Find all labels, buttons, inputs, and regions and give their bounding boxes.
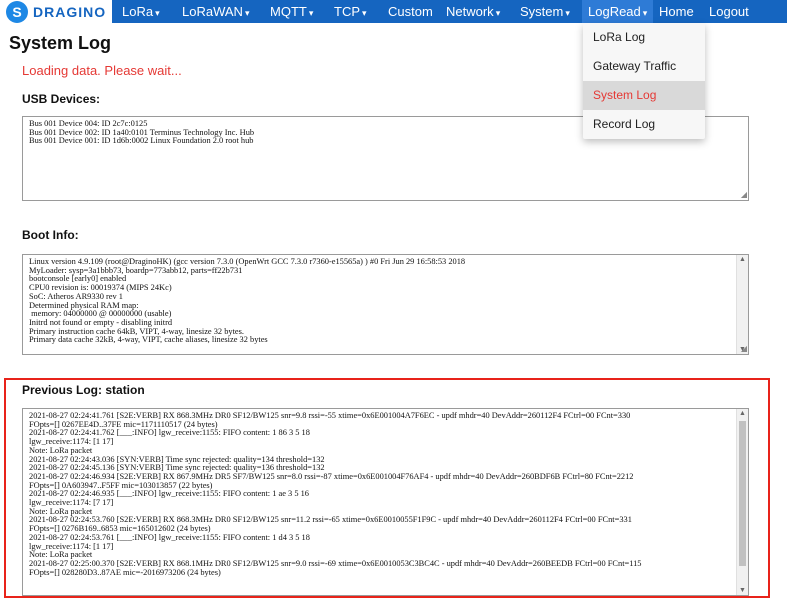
page-title: System Log [9, 33, 112, 53]
nav-item-label: LogRead [588, 4, 641, 19]
previous-log-scrollbar[interactable]: ▲ ▼ [736, 409, 748, 595]
nav-item-label: MQTT [270, 4, 307, 19]
chevron-down-icon: ▾ [362, 8, 367, 18]
nav-item-system[interactable]: System ▾ [514, 0, 582, 23]
nav-item-logread[interactable]: LogRead ▾ [582, 0, 653, 23]
scrollbar-thumb[interactable] [739, 421, 746, 566]
menu-item-lora-log[interactable]: LoRa Log [583, 23, 705, 52]
nav-item-label: TCP [334, 4, 360, 19]
boot-info-heading: Boot Info: [22, 228, 79, 242]
nav-item-label: LoRaWAN [182, 4, 243, 19]
nav-item-label: System [520, 4, 564, 19]
loading-message: Loading data. Please wait... [22, 63, 182, 78]
chevron-down-icon: ▾ [155, 8, 160, 18]
main-nav: LoRa ▾ LoRaWAN ▾ MQTT ▾ TCP ▾ Custom Network… [112, 0, 759, 23]
chevron-down-icon: ▾ [495, 8, 501, 18]
nav-item-home[interactable]: Home [653, 0, 703, 23]
nav-item-tcp[interactable]: TCP ▾ [328, 0, 382, 23]
previous-log-text: 2021-08-27 02:24:41.761 [S2E:VERB] RX 86… [29, 411, 642, 577]
menu-item-record-log[interactable]: Record Log [583, 110, 705, 139]
previous-log-heading: Previous Log: station [22, 383, 145, 397]
menu-item-system-log[interactable]: System Log [583, 81, 705, 110]
nav-item-label: LoRa [122, 4, 154, 19]
boot-info-scrollbar[interactable]: ▲ ▼ [736, 255, 748, 354]
nav-item-label: Network [446, 4, 494, 19]
chevron-down-icon: ▾ [244, 8, 250, 18]
nav-item-custom[interactable]: Custom [382, 0, 440, 23]
nav-item-label: Home [659, 4, 694, 19]
nav-item-network[interactable]: Network ▾ [440, 0, 514, 23]
previous-log-textarea[interactable]: 2021-08-27 02:24:41.761 [S2E:VERB] RX 86… [22, 408, 749, 596]
usb-devices-heading: USB Devices: [22, 92, 101, 106]
scroll-down-icon[interactable]: ▼ [739, 587, 746, 594]
dragino-logo-icon: S [6, 0, 28, 23]
nav-item-label: Logout [709, 4, 749, 19]
nav-item-mqtt[interactable]: MQTT ▾ [264, 0, 328, 23]
menu-item-gateway-traffic[interactable]: Gateway Traffic [583, 52, 705, 81]
chevron-down-icon: ▾ [642, 8, 648, 18]
nav-item-lorawan[interactable]: LoRaWAN ▾ [176, 0, 264, 23]
boot-info-text: Linux version 4.9.109 (root@DraginoHK) (… [29, 257, 466, 345]
chevron-down-icon: ▾ [308, 8, 314, 18]
boot-info-textarea[interactable]: Linux version 4.9.109 (root@DraginoHK) (… [22, 254, 749, 355]
top-nav-bar: S DRAGINO LoRa ▾ LoRaWAN ▾ MQTT ▾ TCP ▾ Cust… [0, 0, 787, 23]
scroll-up-icon[interactable]: ▲ [739, 410, 746, 417]
nav-item-lora[interactable]: LoRa ▾ [112, 0, 176, 23]
nav-item-logout[interactable]: Logout [703, 0, 759, 23]
resize-handle-icon[interactable]: ◢ [741, 190, 747, 199]
brand-logo-text: DRAGINO [33, 3, 107, 20]
chevron-down-icon: ▾ [565, 8, 570, 18]
scroll-up-icon[interactable]: ▲ [739, 256, 746, 263]
logread-dropdown-menu: LoRa Log Gateway Traffic System Log Reco… [583, 23, 705, 139]
resize-handle-icon[interactable]: ◢ [741, 344, 747, 353]
brand-logo[interactable]: S DRAGINO [0, 0, 112, 23]
nav-item-label: Custom [388, 4, 433, 19]
